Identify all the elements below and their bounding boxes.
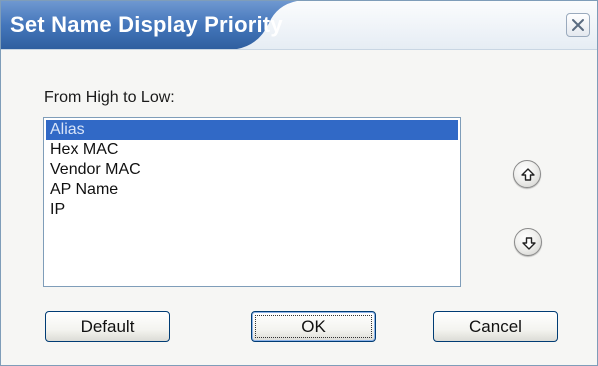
list-item-ip[interactable]: IP (46, 200, 458, 220)
default-button[interactable]: Default (45, 311, 170, 342)
title-tab: Set Name Display Priority (1, 1, 297, 49)
ok-button[interactable]: OK (251, 311, 376, 342)
title-bar[interactable]: Set Name Display Priority (1, 1, 597, 50)
list-item-alias[interactable]: Alias (46, 120, 458, 140)
move-down-button[interactable] (514, 228, 542, 256)
list-item-ap-name[interactable]: AP Name (46, 180, 458, 200)
move-up-button[interactable] (513, 160, 541, 188)
priority-listbox[interactable]: Alias Hex MAC Vendor MAC AP Name IP (43, 117, 461, 287)
arrow-up-icon (521, 168, 535, 181)
close-icon (572, 19, 584, 31)
ok-button-label: OK (301, 317, 326, 336)
priority-list-label: From High to Low: (44, 89, 175, 106)
list-item-hex-mac[interactable]: Hex MAC (46, 140, 458, 160)
arrow-down-icon (522, 237, 536, 250)
list-item-vendor-mac[interactable]: Vendor MAC (46, 160, 458, 180)
close-button[interactable] (566, 13, 590, 37)
cancel-button[interactable]: Cancel (433, 311, 558, 342)
window-title: Set Name Display Priority (10, 12, 283, 37)
set-name-display-priority-dialog: Set Name Display Priority From High to L… (0, 0, 598, 366)
